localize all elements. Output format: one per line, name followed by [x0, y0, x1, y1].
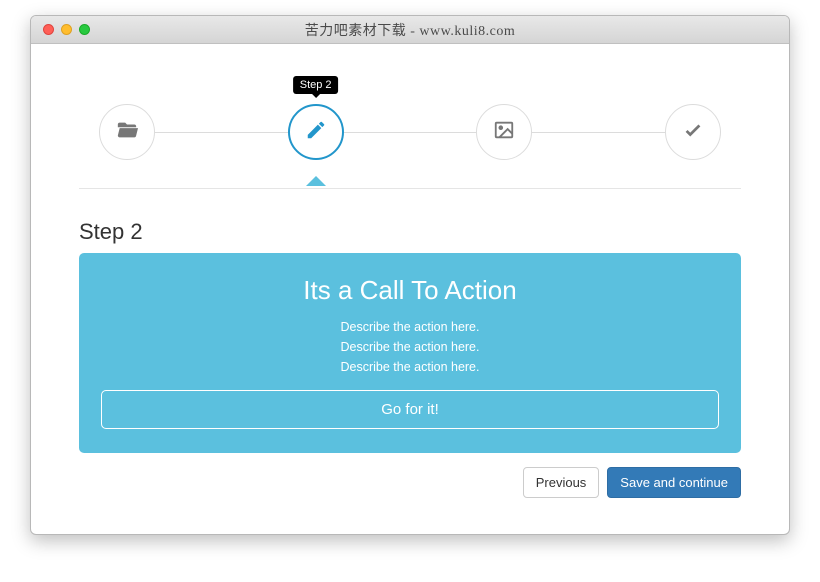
step-1[interactable]	[99, 104, 155, 160]
stepper-line	[139, 132, 681, 133]
cta-line-1: Describe the action here.	[101, 320, 719, 334]
step-tooltip: Step 2	[293, 76, 339, 94]
image-icon	[493, 119, 515, 146]
cta-button[interactable]: Go for it!	[101, 390, 719, 429]
cta-panel: Its a Call To Action Describe the action…	[79, 253, 741, 453]
titlebar: 苦力吧素材下载 - www.kuli8.com	[31, 16, 789, 44]
step-3[interactable]	[476, 104, 532, 160]
pencil-icon	[305, 119, 327, 146]
folder-open-icon	[116, 119, 138, 146]
active-step-arrow	[306, 176, 326, 186]
window-title: 苦力吧素材下载 - www.kuli8.com	[31, 20, 789, 40]
check-icon	[682, 119, 704, 146]
previous-button[interactable]: Previous	[523, 467, 600, 498]
content-area: Step 2 Step 2 Its a Call To Action	[31, 44, 789, 498]
divider	[79, 188, 741, 189]
step-2[interactable]: Step 2	[288, 104, 344, 160]
cta-line-2: Describe the action here.	[101, 340, 719, 354]
app-window: 苦力吧素材下载 - www.kuli8.com Step 2	[30, 15, 790, 535]
cta-title: Its a Call To Action	[101, 275, 719, 306]
wizard-nav: Previous Save and continue	[79, 467, 741, 498]
step-4[interactable]	[665, 104, 721, 160]
save-continue-button[interactable]: Save and continue	[607, 467, 741, 498]
step-heading: Step 2	[79, 219, 741, 245]
cta-line-3: Describe the action here.	[101, 360, 719, 374]
wizard-stepper: Step 2	[79, 74, 741, 170]
